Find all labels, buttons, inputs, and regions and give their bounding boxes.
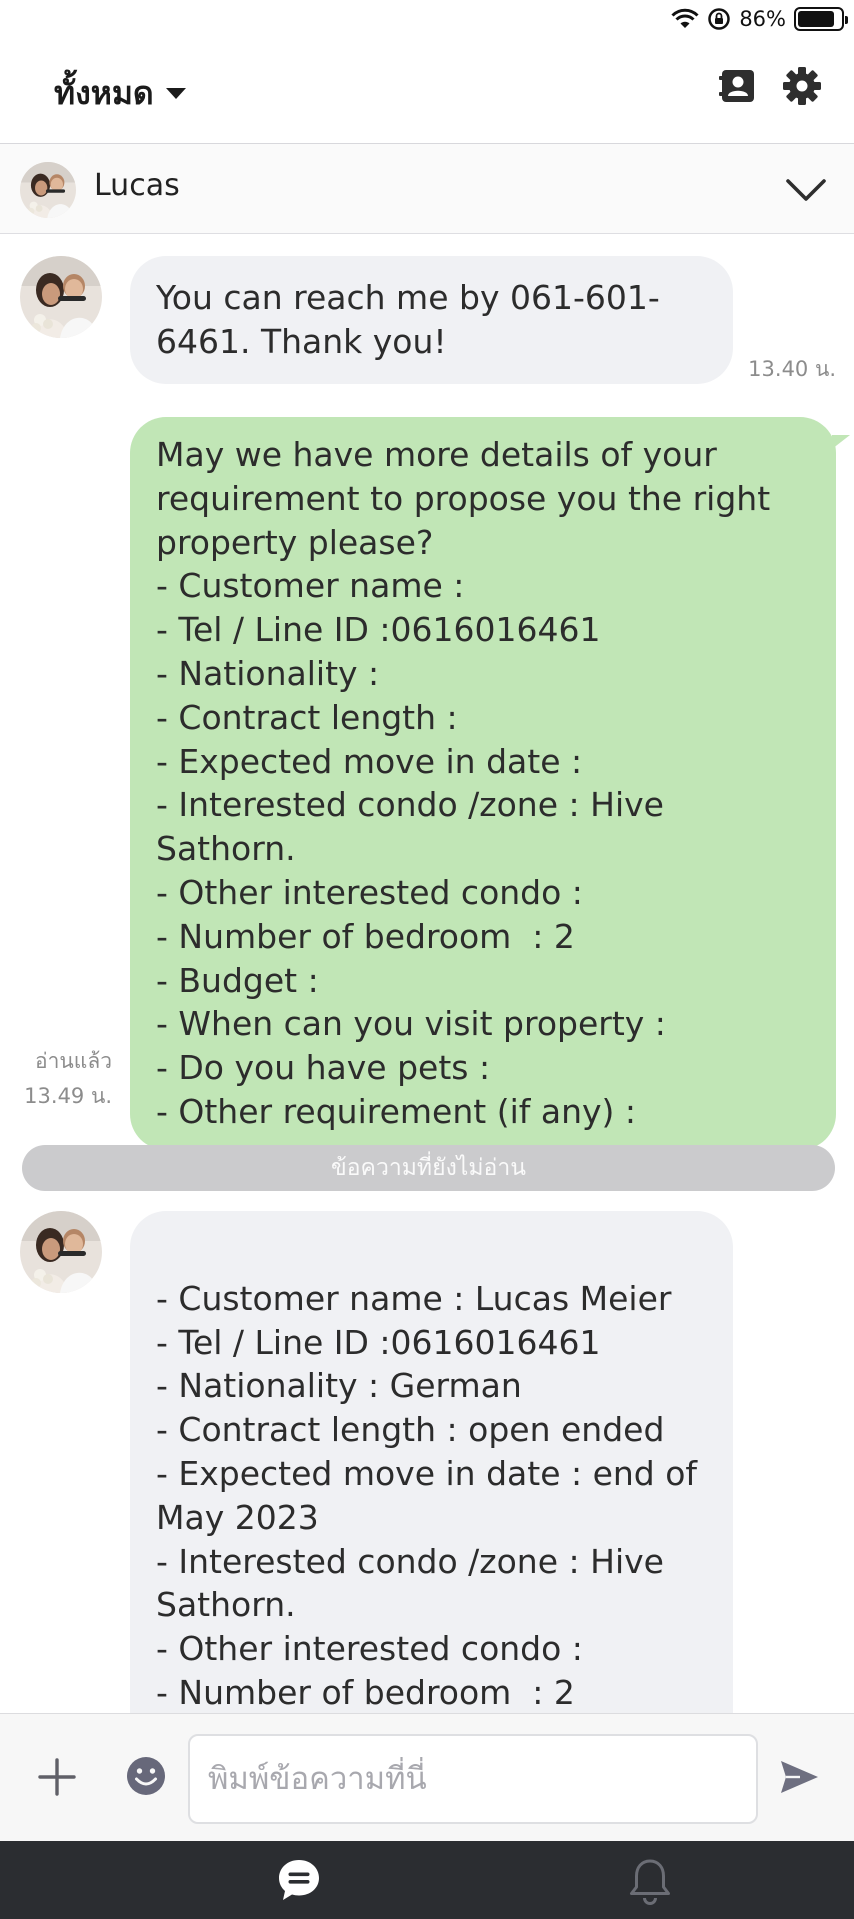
chevron-down-icon[interactable] [785,170,827,210]
plus-icon[interactable] [36,1756,78,1798]
avatar[interactable] [20,256,102,338]
message-list[interactable]: You can reach me by 061-601-6461. Thank … [0,235,854,1713]
battery-percentage: 86% [739,7,786,31]
bottom-navigation [0,1841,854,1919]
status-icons: 86% [671,4,848,34]
wifi-icon [671,8,699,28]
conversation-name: Lucas [94,168,180,203]
battery-icon [794,7,848,31]
bell-icon[interactable] [628,1857,672,1905]
message-bubble-outgoing[interactable]: May we have more details of your require… [130,417,850,1150]
unread-divider-label: ข้อความที่ยังไม่อ่าน [331,1155,526,1181]
message-timestamp: 13.40 น. [748,357,836,381]
emoji-icon[interactable] [126,1756,166,1796]
read-receipt: อ่านแล้ว [35,1049,112,1073]
message-timestamp: 13.49 น. [24,1084,112,1108]
contacts-icon[interactable] [716,64,760,108]
message-bubble-incoming[interactable]: - Customer name : Lucas Meier - Tel / Li… [130,1211,733,1713]
app-header: ทั้งหมด [0,40,854,144]
caret-down-icon [165,88,186,99]
send-icon[interactable] [778,1756,820,1798]
battery-level [798,11,835,27]
folder-label: ทั้งหมด [54,74,154,112]
folder-selector[interactable]: ทั้งหมด [54,68,186,119]
message-bubble-incoming[interactable]: You can reach me by 061-601-6461. Thank … [130,256,733,384]
status-bar: 86% [0,0,854,40]
orientation-lock-icon [708,8,731,30]
avatar[interactable] [20,162,76,218]
settings-icon[interactable] [780,64,824,108]
chat-icon[interactable] [276,1857,322,1903]
message-input[interactable] [188,1734,758,1824]
avatar[interactable] [20,1211,102,1293]
conversation-bar[interactable]: Lucas [0,144,854,234]
composer-bar [0,1713,854,1841]
unread-divider: ข้อความที่ยังไม่อ่าน [22,1145,835,1191]
